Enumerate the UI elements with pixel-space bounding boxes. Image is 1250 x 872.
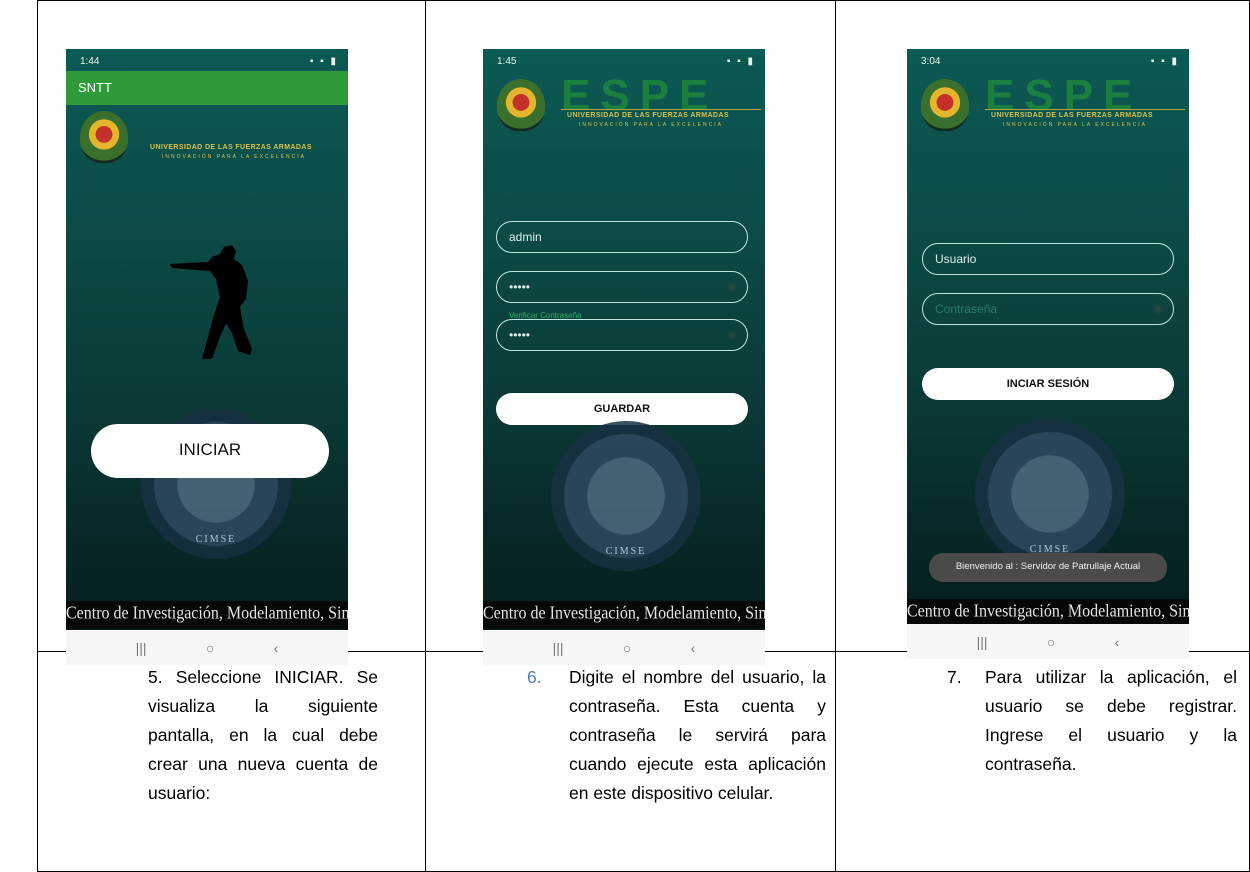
table-border-top <box>37 0 1250 1</box>
espe-crest-icon <box>497 79 545 131</box>
app-screen: 1:44 ▪ ▪ ▮ SNTT UNIVERSIDAD DE LAS FUERZ… <box>66 49 348 630</box>
eye-icon[interactable]: ◉ <box>1153 302 1163 315</box>
recent-apps-button[interactable]: ||| <box>136 640 147 656</box>
recent-apps-button[interactable]: ||| <box>977 634 988 650</box>
table-divider-1 <box>425 0 426 872</box>
espe-logo: UNIVERSIDAD DE LAS FUERZAS ARMADAS INNOV… <box>80 107 344 167</box>
back-button[interactable]: ‹ <box>1115 634 1120 650</box>
phone-screenshot-login: 3:04 ▪ ▪ ▮ ESPE UNIVERSIDAD DE LAS FUERZ… <box>907 49 1189 659</box>
step-text: Para utilizar la aplicación, el usuario … <box>985 667 1237 774</box>
android-nav-bar: ||| ○ ‹ <box>483 630 765 665</box>
step-text: Digite el nombre del usuario, la contras… <box>569 667 826 803</box>
cimse-seal: CIMSE <box>975 419 1125 569</box>
status-bar: 3:04 ▪ ▪ ▮ <box>907 49 1189 71</box>
status-icons: ▪ ▪ ▮ <box>726 56 755 67</box>
eye-icon[interactable]: ◉ <box>727 328 737 341</box>
seal-label: CIMSE <box>195 534 237 545</box>
username-placeholder: Usuario <box>935 252 977 266</box>
back-button[interactable]: ‹ <box>691 640 696 656</box>
status-time: 3:04 <box>921 56 941 67</box>
footer-band: Centro de Investigación, Modelamiento, S… <box>907 599 1189 627</box>
iniciar-button[interactable]: INICIAR <box>91 424 329 478</box>
password-value: ••••• <box>509 280 531 294</box>
welcome-toast: Bienvenido al : Servidor de Patrullaje A… <box>929 553 1167 582</box>
status-time: 1:44 <box>80 56 100 67</box>
eye-icon[interactable]: ◉ <box>727 280 737 293</box>
app-screen: 3:04 ▪ ▪ ▮ ESPE UNIVERSIDAD DE LAS FUERZ… <box>907 49 1189 627</box>
university-name: UNIVERSIDAD DE LAS FUERZAS ARMADAS <box>150 144 312 151</box>
phone-screenshot-register: 1:45 ▪ ▪ ▮ ESPE UNIVERSIDAD DE LAS FUERZ… <box>483 49 765 665</box>
recent-apps-button[interactable]: ||| <box>553 640 564 656</box>
table-divider-2 <box>835 0 836 872</box>
status-time: 1:45 <box>497 56 517 67</box>
university-name: UNIVERSIDAD DE LAS FUERZAS ARMADAS <box>567 112 729 119</box>
university-motto: INNOVACIÓN PARA LA EXCELENCIA <box>162 154 306 160</box>
espe-logo: ESPE UNIVERSIDAD DE LAS FUERZAS ARMADAS … <box>921 71 1185 135</box>
step-text: Seleccione INICIAR. Se visualiza la sigu… <box>148 667 378 803</box>
soldier-silhouette-icon <box>170 245 252 359</box>
espe-crest-icon <box>80 111 128 163</box>
app-title: SNTT <box>78 80 112 95</box>
university-name: UNIVERSIDAD DE LAS FUERZAS ARMADAS <box>991 112 1153 119</box>
app-bar: SNTT <box>66 71 348 105</box>
app-screen: 1:45 ▪ ▪ ▮ ESPE UNIVERSIDAD DE LAS FUERZ… <box>483 49 765 630</box>
password-placeholder: Contraseña <box>935 302 998 316</box>
footer-band: Centro de Investigación, Modelamiento, S… <box>66 601 348 629</box>
status-icons: ▪ ▪ ▮ <box>1150 56 1179 67</box>
step-number: 7. <box>947 667 962 687</box>
login-button[interactable]: INCIAR SESIÓN <box>922 368 1174 400</box>
logo-divider <box>985 109 1185 110</box>
confirm-password-value: ••••• <box>509 328 531 342</box>
footer-band: Centro de Investigación, Modelamiento, S… <box>483 601 765 629</box>
status-bar: 1:45 ▪ ▪ ▮ <box>483 49 765 71</box>
phone-screenshot-start: 1:44 ▪ ▪ ▮ SNTT UNIVERSIDAD DE LAS FUERZ… <box>66 49 348 665</box>
logo-divider <box>561 109 761 110</box>
status-icons: ▪ ▪ ▮ <box>309 56 338 67</box>
table-border-left <box>37 0 38 872</box>
confirm-password-field[interactable]: ••••• ◉ <box>496 319 748 351</box>
espe-logo: ESPE UNIVERSIDAD DE LAS FUERZAS ARMADAS … <box>497 71 761 135</box>
status-bar: 1:44 ▪ ▪ ▮ <box>66 49 348 71</box>
university-motto: INNOVACIÓN PARA LA EXCELENCIA <box>1003 122 1147 128</box>
username-value: admin <box>509 230 542 244</box>
android-nav-bar: ||| ○ ‹ <box>907 624 1189 659</box>
espe-crest-icon <box>921 79 969 131</box>
cimse-seal: CIMSE <box>551 421 701 571</box>
step-number: 6. <box>527 667 542 687</box>
seal-label: CIMSE <box>605 546 647 557</box>
android-nav-bar: ||| ○ ‹ <box>66 630 348 665</box>
university-motto: INNOVACIÓN PARA LA EXCELENCIA <box>579 122 723 128</box>
home-button[interactable]: ○ <box>623 640 631 656</box>
back-button[interactable]: ‹ <box>274 640 279 656</box>
home-button[interactable]: ○ <box>1047 634 1055 650</box>
step-number: 5. <box>148 667 163 687</box>
username-field[interactable]: Usuario <box>922 243 1174 275</box>
password-field[interactable]: Contraseña ◉ <box>922 293 1174 325</box>
username-field[interactable]: admin <box>496 221 748 253</box>
home-button[interactable]: ○ <box>206 640 214 656</box>
password-field[interactable]: ••••• ◉ <box>496 271 748 303</box>
